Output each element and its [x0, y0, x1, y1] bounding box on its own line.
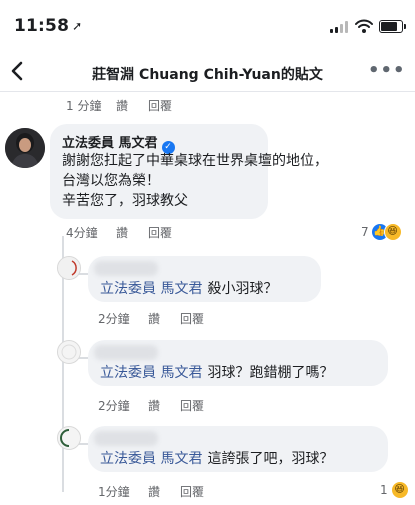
avatar-photo [58, 341, 80, 363]
comment-time: 1 分鐘 [66, 99, 102, 113]
status-time: 11:58 ➚ [14, 16, 83, 36]
like-button[interactable]: 讚 [116, 97, 148, 114]
reaction-count: 1 [380, 482, 388, 497]
battery-nub [404, 24, 406, 29]
header-divider [0, 91, 415, 92]
reply-avatar[interactable] [57, 256, 81, 280]
comment-actions: 4分鐘 讚回覆 [66, 224, 172, 241]
mention-tag[interactable]: 立法委員 馬文君 [100, 451, 202, 467]
comment-line-3: 辛苦您了，羽球教父 [62, 193, 188, 209]
more-options-icon[interactable]: ••• [368, 60, 406, 81]
like-button[interactable]: 讚 [148, 483, 180, 500]
haha-reaction-icon: 😆 [383, 223, 402, 241]
mention-tag[interactable]: 立法委員 馬文君 [100, 365, 202, 381]
reply-text: 立法委員 馬文君 羽球？跑錯棚了嗎？ [100, 362, 333, 383]
reply-text: 立法委員 馬文君 這誇張了吧，羽球？ [100, 448, 333, 469]
reply-actions: 2分鐘 讚回覆 [98, 310, 204, 327]
haha-reaction-icon: 😆 [390, 481, 409, 499]
reply-message: 羽球？跑錯棚了嗎？ [207, 365, 334, 381]
comment-line-1: 謝謝您扛起了中華桌球在世界桌壇的地位， [62, 153, 328, 169]
like-button[interactable]: 讚 [116, 224, 148, 241]
battery-icon [379, 20, 403, 33]
mention-tag[interactable]: 立法委員 馬文君 [100, 281, 202, 297]
reply-button[interactable]: 回覆 [148, 97, 172, 114]
reply-button[interactable]: 回覆 [180, 310, 204, 327]
reply-text: 立法委員 馬文君 殺小羽球？ [100, 278, 277, 299]
reply-message: 殺小羽球？ [207, 281, 278, 297]
reply-button[interactable]: 回覆 [148, 224, 172, 241]
reply-avatar[interactable] [57, 426, 81, 450]
avatar[interactable] [5, 128, 45, 168]
reply-button[interactable]: 回覆 [180, 483, 204, 500]
reply-actions: 1分鐘 讚回覆 [98, 483, 204, 500]
reply-message: 這誇張了吧，羽球？ [207, 451, 334, 467]
previous-comment-actions: 1 分鐘讚回覆 [66, 97, 172, 114]
wifi-icon [355, 19, 373, 33]
reply-time: 2分鐘 [98, 399, 130, 413]
comment-line-2: 台灣以您為榮！ [62, 173, 160, 189]
avatar-photo [58, 257, 80, 279]
reaction-count: 7 [361, 224, 369, 239]
page-title: 莊智淵 Chuang Chih-Yuan的貼文 [92, 67, 323, 83]
avatar-photo [58, 427, 80, 449]
reply-button[interactable]: 回覆 [180, 397, 204, 414]
reply-avatar[interactable] [57, 340, 81, 364]
reaction-summary[interactable]: 1 😆 [380, 481, 409, 499]
reply-actions: 2分鐘 讚回覆 [98, 397, 204, 414]
like-button[interactable]: 讚 [148, 310, 180, 327]
location-arrow-icon: ➚ [72, 19, 83, 33]
like-button[interactable]: 讚 [148, 397, 180, 414]
avatar-photo [5, 128, 45, 168]
signal-icon [330, 21, 350, 33]
reply-time: 2分鐘 [98, 312, 130, 326]
reply-time: 1分鐘 [98, 485, 130, 499]
comment-time: 4分鐘 [66, 226, 98, 240]
reaction-summary[interactable]: 7 👍 😆 [361, 223, 402, 241]
